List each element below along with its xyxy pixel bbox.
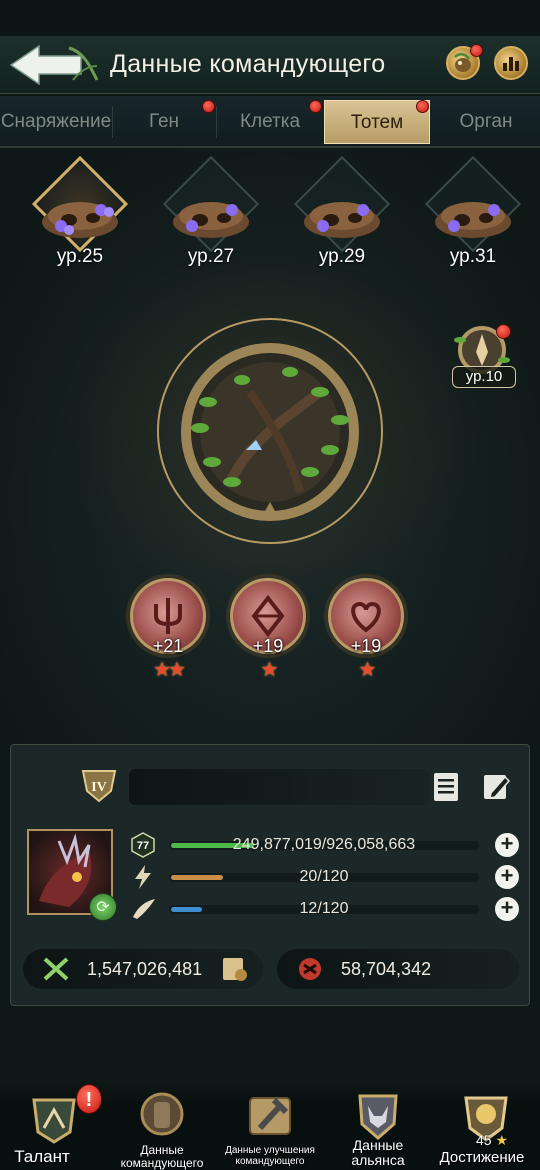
list-icon[interactable] xyxy=(431,771,461,803)
rank-label: IV xyxy=(91,780,107,795)
sub-totem-level: ур.10 xyxy=(452,366,516,388)
sub-totem-alert-dot xyxy=(496,324,511,339)
tab-cell[interactable]: Клетка xyxy=(217,100,323,144)
mushroom-house-icon xyxy=(173,202,249,238)
tab-label: Клетка xyxy=(239,111,301,132)
mushroom-house-icon xyxy=(304,202,380,238)
nav-commander-data[interactable]: Данные командующего xyxy=(108,1080,216,1170)
tab-organ[interactable]: Орган xyxy=(432,100,540,144)
totem-emblem-icon[interactable] xyxy=(170,332,370,532)
slot-level: ур.27 xyxy=(187,246,235,267)
kills-value: 58,704,342 xyxy=(341,959,432,979)
attribute-medal-3[interactable]: +19 ★ xyxy=(324,574,408,684)
tab-gene[interactable]: Ген xyxy=(113,100,215,144)
pet-alert-dot xyxy=(470,44,483,57)
level-77-icon: 77 xyxy=(131,832,155,858)
nav-achievement[interactable]: 45 ★ Достижение xyxy=(432,1080,540,1170)
totem-slot-2[interactable]: ур.27 xyxy=(158,155,264,280)
attack-power-value: 1,547,026,481 xyxy=(87,959,203,979)
bottom-nav: ! Талант Данные командующего Данные улуч… xyxy=(0,1080,540,1170)
medal-value: +19 xyxy=(350,636,382,656)
kills-icon xyxy=(299,958,321,980)
add-exp-button[interactable]: + xyxy=(495,833,519,857)
pet-button[interactable] xyxy=(446,44,483,80)
achievement-count-value: 45 xyxy=(475,1132,492,1148)
mushroom-house-icon xyxy=(42,202,118,238)
exp-value: 249,877,019/926,058,663 xyxy=(232,836,416,853)
nav-label: Талант xyxy=(14,1147,70,1166)
nav-label: Данные альянса xyxy=(351,1137,405,1168)
stamina-row: 12/120 + xyxy=(127,895,527,923)
horn-icon xyxy=(133,899,155,919)
star-rating: ★★ xyxy=(153,659,186,681)
tab-totem[interactable]: Тотем xyxy=(324,100,430,144)
chart-icon xyxy=(503,57,519,71)
tab-gene-alert-dot xyxy=(202,100,215,113)
tab-label: Ген xyxy=(148,111,180,132)
totem-slot-3[interactable]: ур.29 xyxy=(289,155,395,280)
lightning-icon xyxy=(135,865,151,889)
diamond-rune-icon xyxy=(251,594,285,638)
mushroom-house-icon xyxy=(435,202,511,238)
totem-slot-4[interactable]: ур.31 xyxy=(420,155,526,280)
nav-label: Данные улучшения командующего xyxy=(225,1145,315,1167)
scroll-medal-icon xyxy=(223,958,247,981)
nav-commander-upgrade[interactable]: Данные улучшения командующего xyxy=(216,1080,324,1170)
hammer-scroll-icon xyxy=(249,1097,291,1135)
add-stamina-button[interactable]: + xyxy=(495,897,519,921)
totem-slot-1[interactable]: ур.25 xyxy=(27,155,133,280)
talent-icon xyxy=(32,1098,76,1144)
crossed-swords-icon xyxy=(43,957,69,981)
commander-data-screen: Данные командующего Снаряжение Ген Клетк… xyxy=(0,0,540,1170)
medal-value: +21 xyxy=(152,636,184,656)
tab-totem-alert-dot xyxy=(416,100,429,113)
commander-armor-icon xyxy=(140,1092,184,1136)
tab-equipment[interactable]: Снаряжение xyxy=(0,100,112,144)
attribute-medal-2[interactable]: +19 ★ xyxy=(226,574,310,684)
edit-icon[interactable] xyxy=(481,771,511,803)
nav-label: Данные командующего xyxy=(120,1143,204,1170)
page-title: Данные командующего xyxy=(110,50,386,78)
star-rating: ★ xyxy=(260,659,279,681)
kills-box: 58,704,342 xyxy=(277,949,519,989)
slot-level: ур.31 xyxy=(449,246,497,267)
heart-rune-icon xyxy=(351,601,381,633)
swap-commander-icon[interactable]: ⟳ xyxy=(89,893,117,921)
nav-alliance-data[interactable]: Данные альянса xyxy=(324,1080,432,1170)
star-rating: ★ xyxy=(358,659,377,681)
tab-label: Тотем xyxy=(350,112,404,133)
talent-alert-badge: ! xyxy=(76,1084,102,1114)
tab-cell-alert-dot xyxy=(309,100,322,113)
status-strip xyxy=(0,0,540,36)
energy-row: 20/120 + xyxy=(127,863,527,891)
rank-badge-icon: IV xyxy=(81,770,117,803)
exp-row: 77 249,877,019/926,058,663 + xyxy=(127,831,527,859)
wolf-shield-icon xyxy=(358,1094,398,1140)
star-icon: ★ xyxy=(495,1132,509,1148)
commander-info-panel: IV ⟳ 77 249,877,019/926,058,663 + 20/120… xyxy=(10,744,530,1006)
trident-rune-icon xyxy=(154,598,182,634)
energy-value: 20/120 xyxy=(299,868,349,885)
back-arrow-icon xyxy=(9,44,99,86)
level-label: 77 xyxy=(137,840,149,852)
stamina-value: 12/120 xyxy=(299,900,349,917)
medal-value: +19 xyxy=(252,636,284,656)
tab-label: Орган xyxy=(459,111,513,132)
tab-label: Снаряжение xyxy=(0,111,112,132)
add-energy-button[interactable]: + xyxy=(495,865,519,889)
back-button[interactable] xyxy=(6,40,102,90)
header: Данные командующего xyxy=(0,36,540,94)
tab-bar: Снаряжение Ген Клетка Тотем Орган xyxy=(0,96,540,148)
slot-level: ур.25 xyxy=(56,246,104,267)
attribute-medal-1[interactable]: +21 ★★ xyxy=(126,574,210,684)
commander-name-field[interactable] xyxy=(129,769,429,805)
nav-label: Достижение xyxy=(439,1149,525,1166)
achievement-count: 45 ★ xyxy=(462,1132,522,1149)
attack-power-box[interactable]: 1,547,026,481 xyxy=(23,949,263,989)
nav-talent[interactable]: ! Талант xyxy=(0,1080,108,1170)
slot-level: ур.29 xyxy=(318,246,366,267)
stats-button[interactable] xyxy=(494,46,528,80)
